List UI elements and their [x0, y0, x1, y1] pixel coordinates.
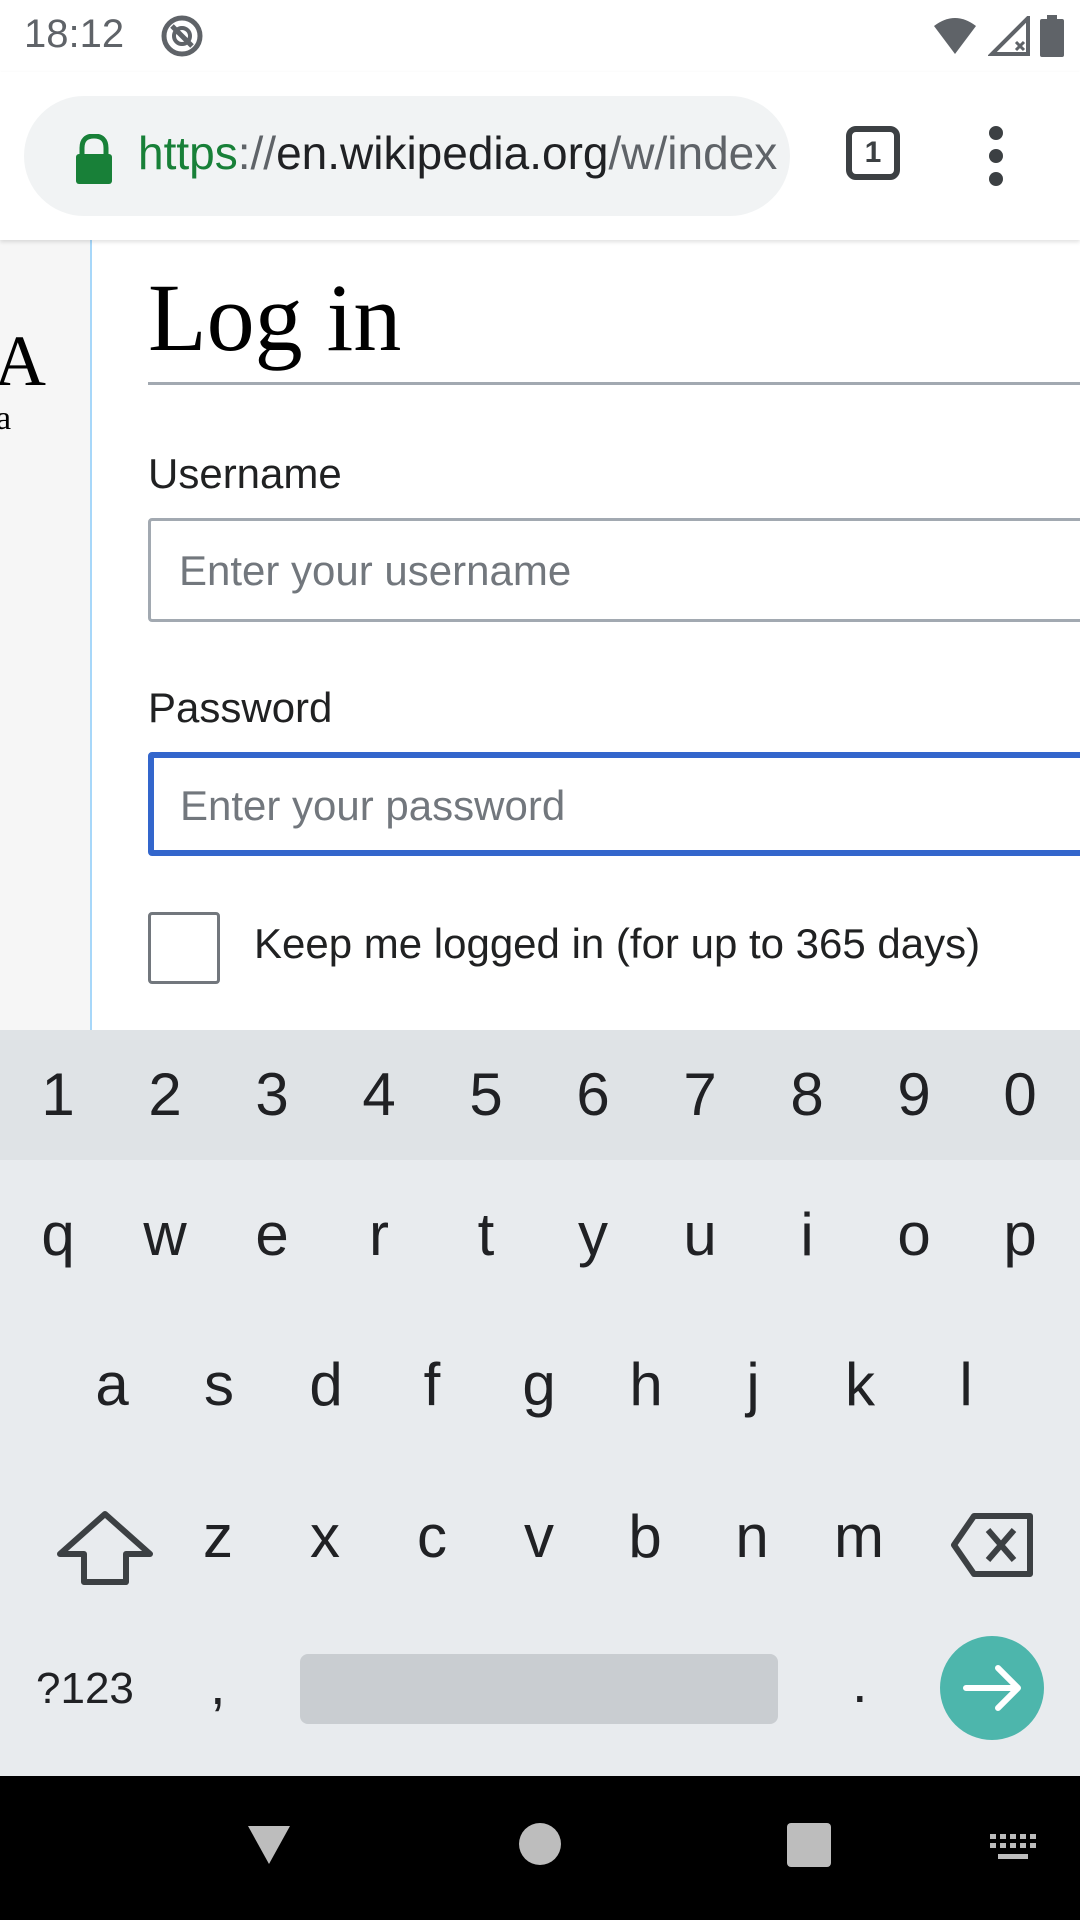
key-x[interactable]: x — [275, 1502, 375, 1571]
key-7[interactable]: 7 — [650, 1060, 750, 1129]
recents-icon[interactable] — [786, 1822, 832, 1868]
key-o[interactable]: o — [864, 1200, 964, 1269]
key-q[interactable]: q — [8, 1200, 108, 1269]
status-icons — [932, 14, 1064, 58]
key-1[interactable]: 1 — [8, 1060, 108, 1129]
key-j[interactable]: j — [703, 1350, 803, 1419]
wikipedia-logo-subtitle: a — [0, 400, 12, 437]
key-z[interactable]: z — [168, 1502, 268, 1571]
url-text[interactable]: https://en.wikipedia.org/w/index.php — [138, 126, 778, 180]
title-divider — [148, 382, 1080, 385]
backspace-icon[interactable] — [950, 1510, 1034, 1580]
more-menu-icon[interactable] — [978, 126, 1014, 186]
wikipedia-logo[interactable]: A — [0, 320, 46, 403]
url-path: /w/index.php — [608, 127, 779, 179]
space-bar[interactable] — [300, 1654, 778, 1724]
browser-toolbar: https://en.wikipedia.org/w/index.php 1 — [0, 72, 1080, 240]
key-m[interactable]: m — [809, 1502, 909, 1571]
key-r[interactable]: r — [329, 1200, 429, 1269]
keep-logged-in-checkbox[interactable] — [148, 912, 220, 984]
key-g[interactable]: g — [489, 1350, 589, 1419]
wifi-icon — [934, 18, 976, 54]
key-d[interactable]: d — [276, 1350, 376, 1419]
username-placeholder: Enter your username — [179, 547, 572, 594]
system-nav-bar — [0, 1776, 1080, 1920]
symbols-key[interactable]: ?123 — [36, 1664, 134, 1714]
key-9[interactable]: 9 — [864, 1060, 964, 1129]
key-k[interactable]: k — [810, 1350, 910, 1419]
key-s[interactable]: s — [169, 1350, 269, 1419]
keep-logged-in-label[interactable]: Keep me logged in (for up to 365 days) — [254, 920, 980, 968]
back-icon[interactable] — [246, 1822, 292, 1868]
battery-icon — [1040, 15, 1064, 57]
shift-icon[interactable] — [50, 1508, 160, 1588]
comma-key[interactable]: , — [210, 1652, 226, 1717]
key-6[interactable]: 6 — [543, 1060, 643, 1129]
key-u[interactable]: u — [650, 1200, 750, 1269]
url-scheme: https — [138, 127, 238, 179]
key-0[interactable]: 0 — [970, 1060, 1070, 1129]
key-5[interactable]: 5 — [436, 1060, 536, 1129]
keyboard-switch-icon[interactable] — [988, 1832, 1038, 1864]
key-i[interactable]: i — [757, 1200, 857, 1269]
key-v[interactable]: v — [489, 1502, 589, 1571]
key-2[interactable]: 2 — [115, 1060, 215, 1129]
sidebar: A a — [0, 240, 92, 1030]
home-icon[interactable] — [518, 1822, 562, 1866]
url-host: en.wikipedia.org — [276, 127, 609, 179]
password-input[interactable]: Enter your password — [148, 752, 1080, 856]
arrow-right-icon — [963, 1665, 1021, 1711]
key-4[interactable]: 4 — [329, 1060, 429, 1129]
password-placeholder: Enter your password — [180, 782, 566, 829]
key-h[interactable]: h — [596, 1350, 696, 1419]
status-time: 18:12 — [24, 12, 125, 56]
lock-icon[interactable] — [72, 134, 116, 184]
key-e[interactable]: e — [222, 1200, 322, 1269]
go-button[interactable] — [940, 1636, 1044, 1740]
page-title: Log in — [148, 264, 402, 371]
period-key[interactable]: . — [852, 1650, 868, 1715]
status-bar: 18:12 — [0, 0, 1080, 72]
tab-switcher-button[interactable]: 1 — [846, 126, 900, 180]
key-l[interactable]: l — [916, 1350, 1016, 1419]
key-f[interactable]: f — [382, 1350, 482, 1419]
key-w[interactable]: w — [115, 1200, 215, 1269]
key-c[interactable]: c — [382, 1502, 482, 1571]
key-p[interactable]: p — [970, 1200, 1070, 1269]
key-b[interactable]: b — [595, 1502, 695, 1571]
url-separator: :// — [237, 127, 277, 179]
key-t[interactable]: t — [436, 1200, 536, 1269]
key-n[interactable]: n — [702, 1502, 802, 1571]
username-input[interactable]: Enter your username — [148, 518, 1080, 622]
key-a[interactable]: a — [62, 1350, 162, 1419]
url-bar[interactable]: https://en.wikipedia.org/w/index.php — [24, 96, 790, 216]
do-not-disturb-icon — [161, 15, 203, 57]
password-label: Password — [148, 684, 333, 731]
key-8[interactable]: 8 — [757, 1060, 857, 1129]
username-label: Username — [148, 450, 342, 497]
key-y[interactable]: y — [543, 1200, 643, 1269]
signal-icon — [988, 16, 1030, 56]
key-3[interactable]: 3 — [222, 1060, 322, 1129]
page-content: A a Log in Username Enter your username … — [0, 240, 1080, 1030]
